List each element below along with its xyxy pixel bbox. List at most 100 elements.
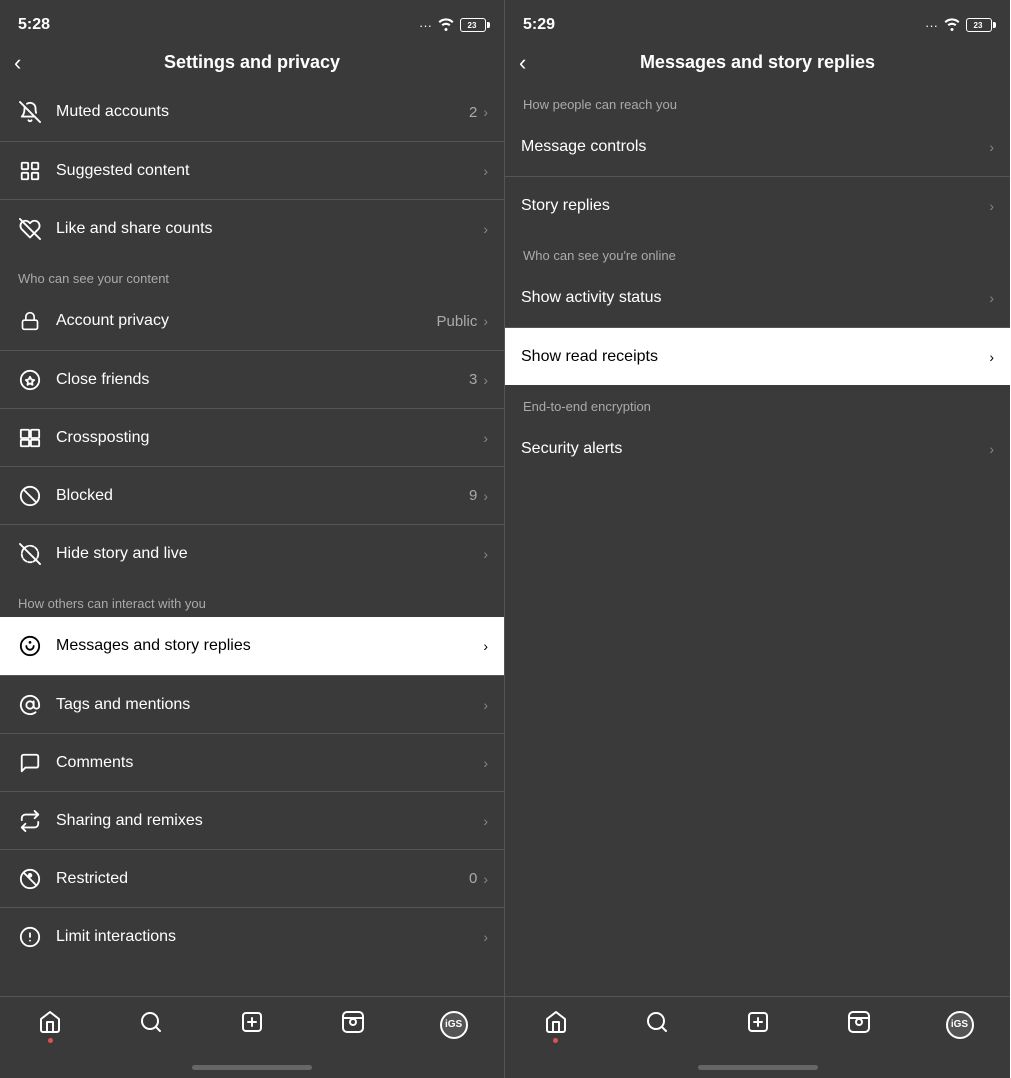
list-item-like-share[interactable]: Like and share counts › [0, 199, 504, 257]
story-replies-chevron: › [989, 198, 994, 214]
limit-interactions-label: Limit interactions [56, 928, 483, 946]
list-item-message-controls[interactable]: Message controls › [505, 118, 1010, 176]
header-right: ‹ Messages and story replies [505, 44, 1010, 83]
list-item-blocked[interactable]: Blocked 9 › [0, 466, 504, 524]
story-slash-icon [16, 540, 44, 568]
messages-label: Messages and story replies [56, 637, 483, 655]
comment-icon [16, 749, 44, 777]
back-button-left[interactable]: ‹ [14, 52, 21, 74]
list-item-show-read-receipts[interactable]: Show read receipts › [505, 327, 1010, 385]
suggested-content-chevron: › [483, 163, 488, 179]
bell-slash-icon [16, 98, 44, 126]
nav-home-right[interactable] [532, 1001, 580, 1049]
list-item-tags-mentions[interactable]: Tags and mentions › [0, 675, 504, 733]
header-left: ‹ Settings and privacy [0, 44, 504, 83]
blocked-chevron: › [483, 488, 488, 504]
share-icon [16, 807, 44, 835]
battery-icon-right: 23 [966, 18, 992, 32]
like-share-chevron: › [483, 221, 488, 237]
section-label-encryption: End-to-end encryption [505, 385, 1010, 420]
header-title-left: Settings and privacy [164, 52, 340, 73]
right-panel: 5:29 ··· 23 ‹ Messages and story replies… [505, 0, 1010, 1078]
restricted-icon [16, 865, 44, 893]
list-item-story-replies[interactable]: Story replies › [505, 176, 1010, 234]
list-item-restricted[interactable]: Restricted 0 › [0, 849, 504, 907]
crosspost-icon [16, 424, 44, 452]
message-icon [16, 632, 44, 660]
list-item-show-activity[interactable]: Show activity status › [505, 269, 1010, 327]
status-icons-left: ··· 23 [419, 17, 486, 34]
section-label-reach: How people can reach you [505, 83, 1010, 118]
sharing-remixes-chevron: › [483, 813, 488, 829]
nav-profile-left[interactable]: iGS [430, 1001, 478, 1049]
nav-profile-right[interactable]: iGS [936, 1001, 984, 1049]
list-item-suggested-content[interactable]: Suggested content › [0, 141, 504, 199]
blocked-badge: 9 [469, 487, 477, 504]
home-icon-left [38, 1010, 62, 1040]
list-item-account-privacy[interactable]: Account privacy Public › [0, 292, 504, 350]
message-controls-label: Message controls [521, 138, 989, 156]
list-item-security-alerts[interactable]: Security alerts › [505, 420, 1010, 478]
nav-home-left[interactable] [26, 1001, 74, 1049]
limit-interactions-chevron: › [483, 929, 488, 945]
back-button-right[interactable]: ‹ [519, 52, 526, 74]
section-label-online: Who can see you're online [505, 234, 1010, 269]
messages-chevron: › [483, 638, 488, 654]
hide-story-chevron: › [483, 546, 488, 562]
nav-search-right[interactable] [633, 1001, 681, 1049]
home-indicator-right [505, 1056, 1010, 1078]
restricted-chevron: › [483, 871, 488, 887]
show-activity-label: Show activity status [521, 289, 989, 307]
like-share-label: Like and share counts [56, 220, 483, 238]
nav-search-left[interactable] [127, 1001, 175, 1049]
battery-icon-left: 23 [460, 18, 486, 32]
star-circle-icon [16, 366, 44, 394]
show-activity-chevron: › [989, 290, 994, 306]
search-icon-left [139, 1010, 163, 1040]
show-read-receipts-chevron: › [989, 349, 994, 365]
home-bar-right [698, 1065, 818, 1070]
wifi-icon-right [943, 17, 961, 34]
list-item-limit-interactions[interactable]: Limit interactions › [0, 907, 504, 965]
list-item-hide-story[interactable]: Hide story and live › [0, 524, 504, 582]
list-item-close-friends[interactable]: Close friends 3 › [0, 350, 504, 408]
account-privacy-badge: Public [436, 313, 477, 330]
section-label-content: Who can see your content [0, 257, 504, 292]
security-alerts-chevron: › [989, 441, 994, 457]
list-item-sharing-remixes[interactable]: Sharing and remixes › [0, 791, 504, 849]
block-icon [16, 482, 44, 510]
list-item-crossposting[interactable]: Crossposting › [0, 408, 504, 466]
crossposting-chevron: › [483, 430, 488, 446]
security-alerts-label: Security alerts [521, 440, 989, 458]
status-bar-right: 5:29 ··· 23 [505, 0, 1010, 44]
muted-accounts-badge: 2 [469, 104, 477, 121]
account-privacy-label: Account privacy [56, 312, 436, 330]
reels-icon-right [847, 1010, 871, 1040]
muted-accounts-label: Muted accounts [56, 103, 469, 121]
close-friends-badge: 3 [469, 371, 477, 388]
list-item-muted-accounts[interactable]: Muted accounts 2 › [0, 83, 504, 141]
nav-add-left[interactable] [228, 1001, 276, 1049]
comments-chevron: › [483, 755, 488, 771]
sharing-remixes-label: Sharing and remixes [56, 812, 483, 830]
home-dot-left [48, 1038, 53, 1043]
nav-reels-left[interactable] [329, 1001, 377, 1049]
close-friends-chevron: › [483, 372, 488, 388]
add-icon-left [240, 1010, 264, 1040]
tags-mentions-label: Tags and mentions [56, 696, 483, 714]
blocked-label: Blocked [56, 487, 469, 505]
restricted-badge: 0 [469, 870, 477, 887]
list-item-comments[interactable]: Comments › [0, 733, 504, 791]
list-item-messages[interactable]: Messages and story replies › [0, 617, 504, 675]
left-panel: 5:28 ··· 23 ‹ Settings and privacy [0, 0, 505, 1078]
nav-reels-right[interactable] [835, 1001, 883, 1049]
home-bar-left [192, 1065, 312, 1070]
story-replies-label: Story replies [521, 197, 989, 215]
bottom-nav-left: iGS [0, 996, 504, 1056]
restricted-label: Restricted [56, 870, 469, 888]
header-title-right: Messages and story replies [640, 52, 875, 73]
show-read-receipts-label: Show read receipts [521, 348, 989, 366]
home-dot-right [553, 1038, 558, 1043]
nav-add-right[interactable] [734, 1001, 782, 1049]
comments-label: Comments [56, 754, 483, 772]
